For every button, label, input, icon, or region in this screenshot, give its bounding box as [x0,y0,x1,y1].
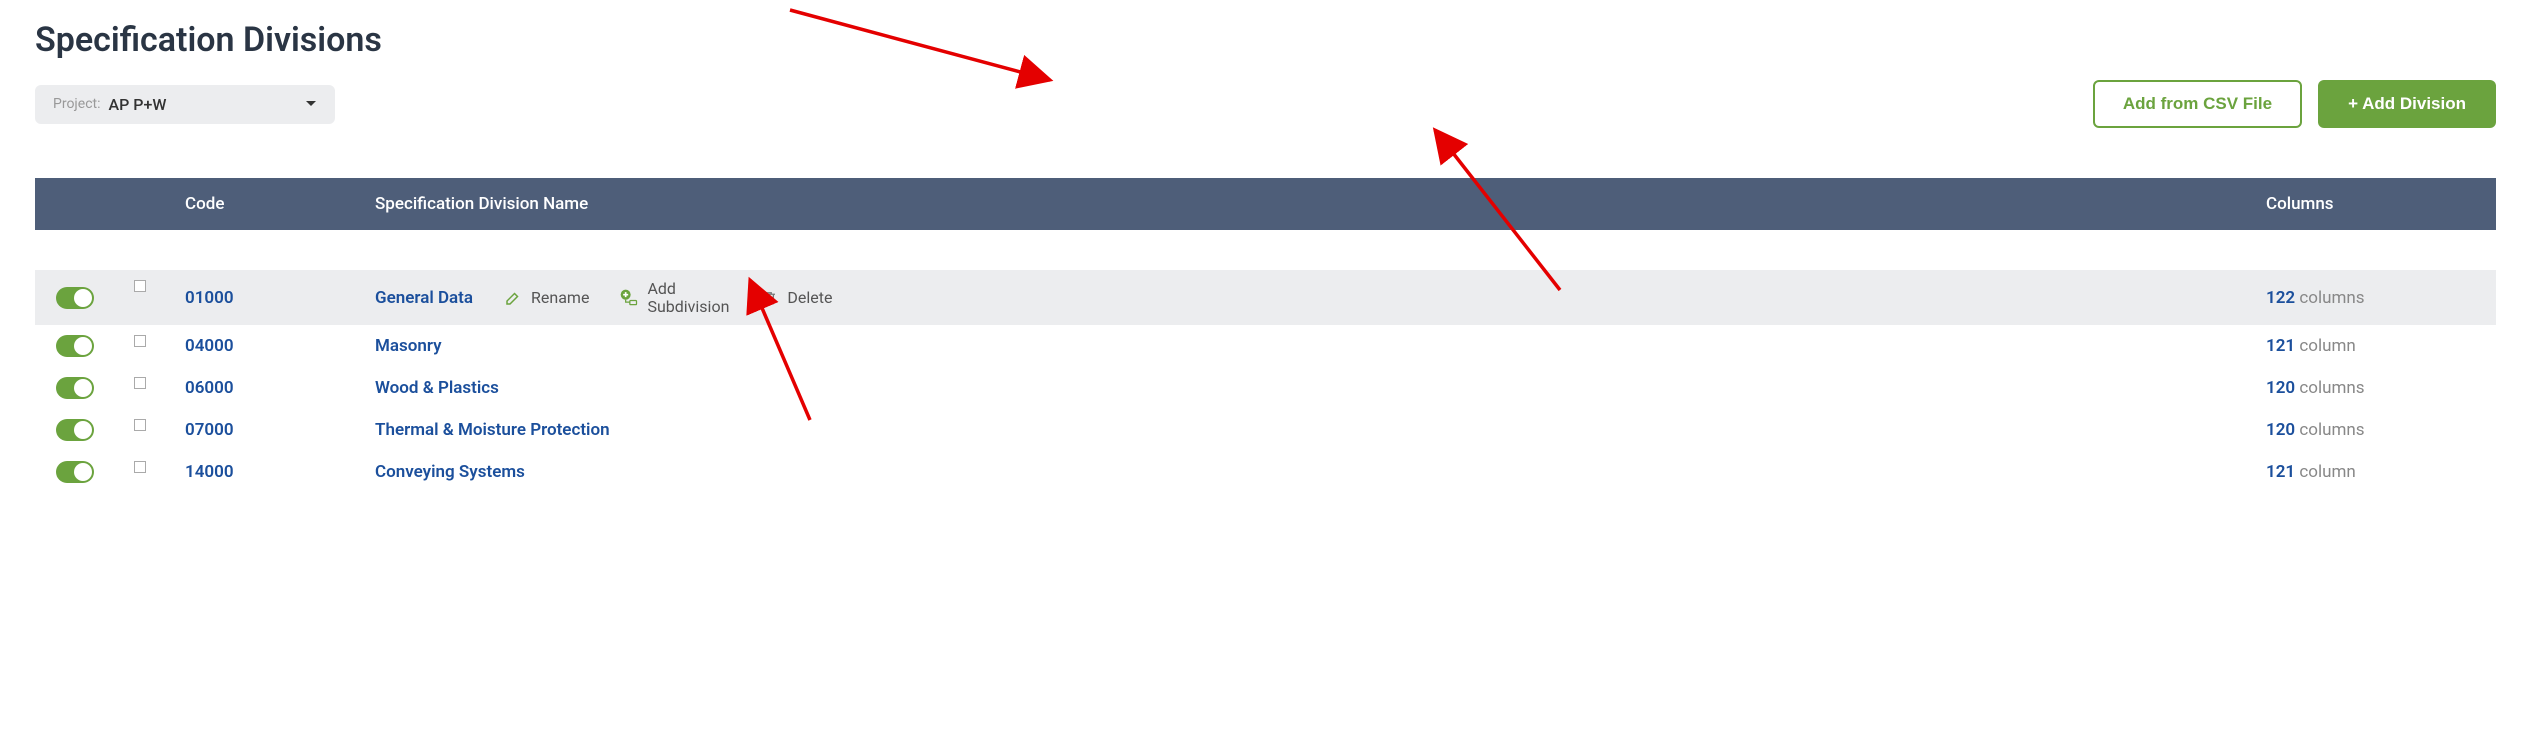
table-header: Code Specification Division Name Columns [35,178,2496,230]
columns-link[interactable]: 120 columns [2266,378,2496,398]
columns-link[interactable]: 121 column [2266,336,2496,356]
add-subdivision-icon [619,288,639,308]
add-from-csv-button[interactable]: Add from CSV File [2093,80,2302,128]
columns-link[interactable]: 121 column [2266,462,2496,482]
project-picker-label: Project: [53,96,101,112]
division-code-link[interactable]: 04000 [185,336,234,356]
table-row: 04000 Masonry 121 column [35,325,2496,367]
delete-label: Delete [787,288,832,307]
columns-unit: column [2299,336,2355,356]
expand-box[interactable] [134,377,146,389]
chevron-down-icon [305,98,317,110]
divisions-table: Code Specification Division Name Columns… [35,178,2496,493]
pencil-icon [503,288,523,308]
columns-count: 121 [2266,462,2295,482]
division-name-link[interactable]: Thermal & Moisture Protection [375,420,610,440]
columns-link[interactable]: 122 columns [2266,288,2496,308]
columns-count: 122 [2266,288,2295,308]
table-row: 06000 Wood & Plastics 120 columns [35,367,2496,409]
enable-toggle[interactable] [56,377,94,399]
columns-unit: column [2299,462,2355,482]
rename-button[interactable]: Rename [503,288,589,308]
division-name-link[interactable]: Conveying Systems [375,462,525,482]
table-row: 01000 General Data Rename AddSubdivision Del… [35,270,2496,325]
columns-unit: columns [2299,378,2364,398]
division-code-link[interactable]: 06000 [185,378,234,398]
expand-box[interactable] [134,461,146,473]
project-picker-value: AP P+W [109,95,167,114]
table-row: 07000 Thermal & Moisture Protection 120 co… [35,409,2496,451]
header-columns: Columns [2266,194,2496,214]
table-row: 14000 Conveying Systems 121 column [35,451,2496,493]
add-subdivision-button[interactable]: AddSubdivision [619,280,729,315]
trash-icon [759,288,779,308]
header-name: Specification Division Name [375,194,2266,214]
enable-toggle[interactable] [56,287,94,309]
division-name-link[interactable]: Wood & Plastics [375,378,499,398]
expand-box[interactable] [134,280,146,292]
division-name-link[interactable]: General Data [375,288,473,308]
expand-box[interactable] [134,419,146,431]
division-code-link[interactable]: 01000 [185,288,234,308]
columns-unit: columns [2299,420,2364,440]
enable-toggle[interactable] [56,461,94,483]
page-title: Specification Divisions [35,20,2496,60]
columns-count: 120 [2266,420,2295,440]
expand-box[interactable] [134,335,146,347]
header-code: Code [165,194,375,214]
add-subdivision-label: AddSubdivision [647,280,729,315]
division-code-link[interactable]: 07000 [185,420,234,440]
columns-count: 121 [2266,336,2295,356]
add-division-button[interactable]: + Add Division [2318,80,2496,128]
enable-toggle[interactable] [56,419,94,441]
columns-count: 120 [2266,378,2295,398]
division-name-link[interactable]: Masonry [375,336,442,356]
rename-label: Rename [531,288,589,307]
enable-toggle[interactable] [56,335,94,357]
top-bar: Project: AP P+W Add from CSV File + Add … [35,80,2496,128]
project-picker[interactable]: Project: AP P+W [35,85,335,124]
division-code-link[interactable]: 14000 [185,462,234,482]
columns-unit: columns [2299,288,2364,308]
columns-link[interactable]: 120 columns [2266,420,2496,440]
delete-button[interactable]: Delete [759,288,832,308]
action-buttons: Add from CSV File + Add Division [2093,80,2496,128]
